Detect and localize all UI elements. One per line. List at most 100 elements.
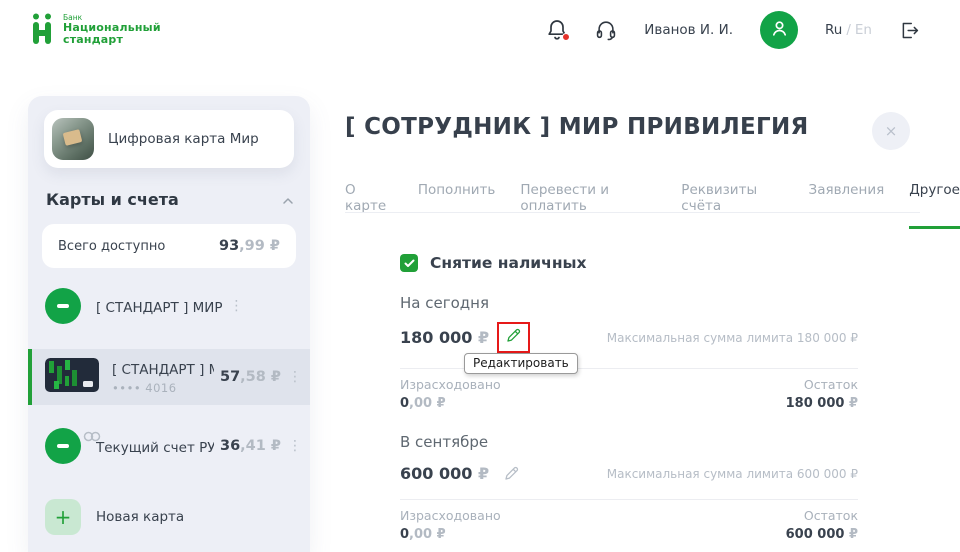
plus-icon: + (45, 499, 81, 535)
lang-en[interactable]: En (855, 22, 872, 38)
spent-int: 0 (400, 527, 409, 542)
spent-value: 0,00 ₽ (400, 396, 501, 411)
limit-today-amount-row: 180 000 ₽ Максимальная сумма лимита 180 … (400, 322, 858, 353)
rest-block: Остаток 600 000 ₽ (786, 508, 858, 542)
sidebar: Цифровая карта Мир Карты и счета Всего д… (28, 96, 310, 552)
edit-limit-icon[interactable] (499, 461, 524, 486)
cash-withdrawal-checkbox[interactable] (400, 254, 418, 272)
support-headset-icon[interactable] (595, 19, 617, 41)
rest-label: Остаток (786, 377, 858, 392)
balance-int: 57 (220, 369, 240, 385)
currency-sign: ₽ (478, 464, 489, 483)
account-circle-icon (45, 288, 81, 324)
card-glyph (57, 304, 69, 308)
spent-label: Израсходовано (400, 377, 501, 392)
annotation-highlight-box (497, 322, 530, 353)
account-row-standart-mir-1[interactable]: [ СТАНДАРТ ] МИР ⋮ (28, 283, 310, 329)
account-row-standart-mir-4016-selected[interactable]: [ СТАНДАРТ ] МИР •••• 4016 57,58 ₽ ⋮ (28, 349, 310, 405)
divider (400, 499, 858, 500)
account-name: [ СТАНДАРТ ] МИР (112, 362, 214, 378)
tab-account-details[interactable]: Реквизиты счёта (681, 182, 783, 229)
balance-frac: ,58 ₽ (240, 369, 281, 385)
person-icon (770, 19, 789, 42)
account-text: [ СТАНДАРТ ] МИР •••• 4016 (112, 359, 214, 395)
cash-withdrawal-label: Снятие наличных (430, 254, 587, 272)
spent-block: Израсходовано 0,00 ₽ (400, 377, 501, 411)
account-row-current-account-rub[interactable]: Текущий счет РУБЛИ 40 36,41 ₽ ⋮ (28, 423, 310, 469)
bank-logo-line2: стандарт (63, 34, 161, 46)
spent-frac: ,00 ₽ (409, 527, 446, 542)
rest-amount: 600 000 (786, 527, 845, 542)
account-text: Текущий счет РУБЛИ 40 (96, 437, 214, 456)
limits-content: Снятие наличных На сегодня 180 000 ₽ Мак… (400, 254, 858, 542)
currency-sign: ₽ (849, 527, 858, 542)
card-glyph (57, 444, 69, 448)
balance-frac: ,41 ₽ (240, 438, 281, 454)
chevron-up-icon[interactable] (282, 190, 294, 209)
limit-today-details: Израсходовано 0,00 ₽ Остаток 180 000 ₽ (400, 377, 858, 411)
language-switcher[interactable]: Ru / En (825, 22, 872, 38)
limit-september-amount: 600 000 ₽ (400, 464, 489, 483)
spent-int: 0 (400, 396, 409, 411)
tab-applications[interactable]: Заявления (809, 182, 885, 229)
notifications-bell-icon[interactable] (546, 18, 568, 42)
bank-logo-icon (30, 13, 54, 48)
rest-label: Остаток (786, 508, 858, 523)
spent-frac: ,00 ₽ (409, 396, 446, 411)
kebab-menu-icon[interactable]: ⋮ (230, 298, 240, 314)
total-available-card[interactable]: Всего доступно 93,99 ₽ (42, 224, 296, 268)
kebab-menu-icon[interactable]: ⋮ (288, 369, 298, 385)
balance-int: 36 (220, 438, 240, 454)
account-circle-icon (45, 428, 81, 464)
close-button[interactable]: × (872, 112, 910, 150)
rest-value: 600 000 ₽ (786, 527, 858, 542)
tabs-divider (345, 212, 920, 213)
avatar[interactable] (760, 11, 798, 49)
tooltip: Редактировать (464, 353, 578, 374)
new-card-button[interactable]: + Новая карта (28, 494, 310, 540)
spent-value: 0,00 ₽ (400, 527, 501, 542)
limit-today-amount: 180 000 ₽ (400, 328, 489, 347)
page-title: [ СОТРУДНИК ] МИР ПРИВИЛЕГИЯ (345, 114, 809, 140)
card-tabs: О карте Пополнить Перевести и оплатить Р… (345, 182, 960, 229)
tab-transfer-pay[interactable]: Перевести и оплатить (520, 182, 656, 229)
account-balance: 57,58 ₽ (214, 369, 281, 385)
kebab-menu-icon[interactable]: ⋮ (288, 438, 298, 454)
edit-limit-icon[interactable] (505, 327, 522, 344)
spent-block: Израсходовано 0,00 ₽ (400, 508, 501, 542)
total-amount-frac: ,99 ₽ (239, 238, 280, 254)
card-thumbnail (45, 358, 99, 396)
account-number: •••• 4016 (112, 381, 214, 395)
rest-amount: 180 000 (786, 396, 845, 411)
lang-ru[interactable]: Ru (825, 22, 842, 38)
total-available-amount: 93,99 ₽ (219, 238, 280, 254)
cards-accounts-section-header[interactable]: Карты и счета (46, 190, 294, 209)
amount-value: 180 000 (400, 328, 472, 347)
top-header: Банк Национальный стандарт Иванов И. И. (0, 0, 960, 60)
tab-about-card[interactable]: О карте (345, 182, 393, 229)
amount-value: 600 000 (400, 464, 472, 483)
currency-sign: ₽ (849, 396, 858, 411)
spent-label: Израсходовано (400, 508, 501, 523)
digital-card-banner[interactable]: Цифровая карта Мир (44, 110, 294, 168)
new-card-label: Новая карта (96, 509, 184, 525)
total-available-label: Всего доступно (58, 239, 165, 254)
logout-icon[interactable] (899, 20, 920, 41)
bank-logo-text: Банк Национальный стандарт (63, 13, 161, 47)
user-name[interactable]: Иванов И. И. (644, 22, 733, 38)
limit-period-today: На сегодня (400, 294, 858, 312)
lang-separator: / (846, 22, 851, 38)
account-balance: 36,41 ₽ (214, 438, 281, 454)
account-text: [ СТАНДАРТ ] МИР (96, 297, 223, 316)
bank-logo[interactable]: Банк Национальный стандарт (30, 13, 161, 48)
tab-top-up[interactable]: Пополнить (418, 182, 496, 229)
currency-sign: ₽ (478, 328, 489, 347)
digital-card-label: Цифровая карта Мир (108, 131, 259, 147)
limit-september-details: Израсходовано 0,00 ₽ Остаток 600 000 ₽ (400, 508, 858, 542)
limit-today-max-label: Максимальная сумма лимита 180 000 ₽ (607, 331, 858, 345)
digital-card-app-icon (52, 118, 94, 160)
limit-september-amount-row: 600 000 ₽ Максимальная сумма лимита 600 … (400, 461, 858, 486)
section-title: Карты и счета (46, 190, 179, 209)
tab-other[interactable]: Другое (909, 182, 960, 229)
limit-period-september: В сентябре (400, 433, 858, 451)
